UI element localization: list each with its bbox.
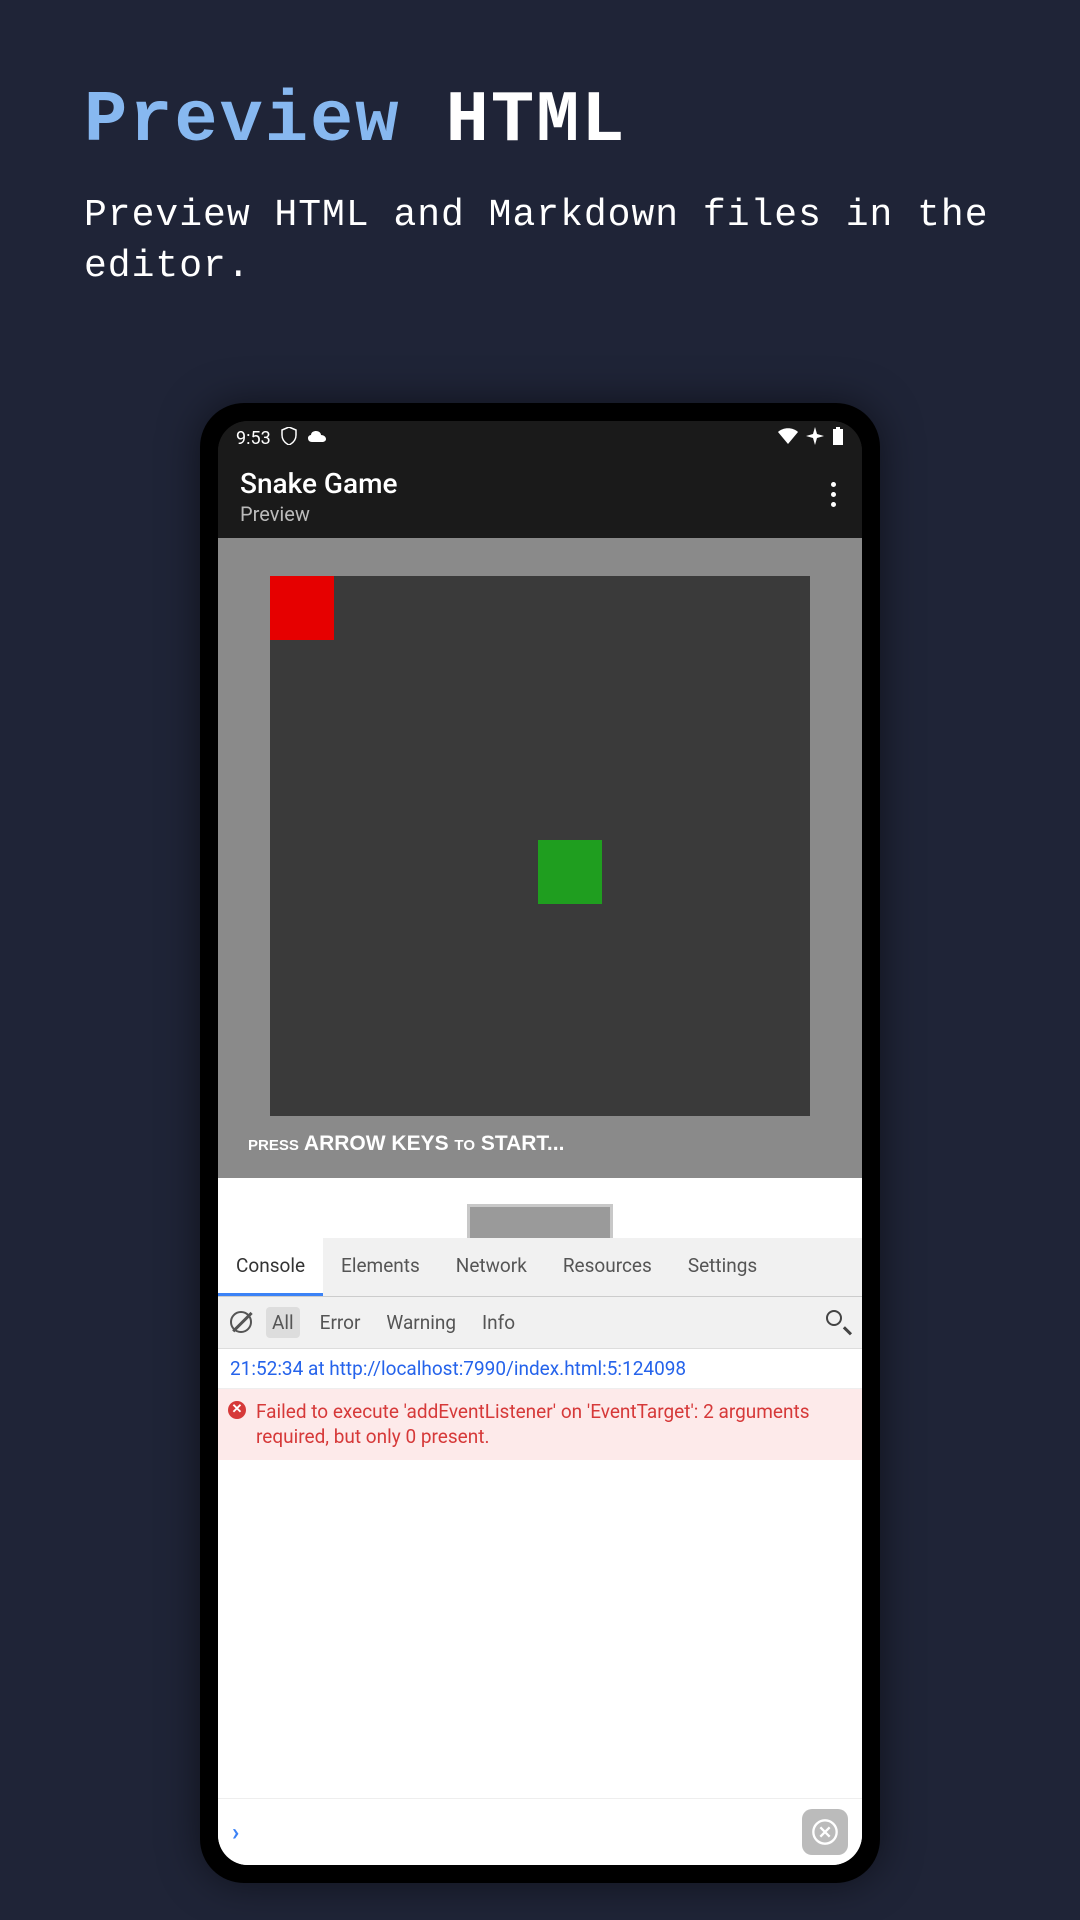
page-subtitle: Preview HTML and Markdown files in the e… xyxy=(84,190,996,293)
error-icon: ✕ xyxy=(228,1401,246,1419)
filter-error[interactable]: Error xyxy=(314,1307,367,1338)
status-right xyxy=(778,427,844,450)
search-icon[interactable] xyxy=(826,1310,850,1334)
status-bar: 9:53 xyxy=(218,421,862,457)
battery-icon xyxy=(832,427,844,450)
phone-frame: 9:53 Sna xyxy=(200,403,880,1883)
drag-handle-strip xyxy=(218,1178,862,1238)
console-filter-bar: All Error Warning Info xyxy=(218,1297,862,1349)
overflow-menu-button[interactable] xyxy=(827,467,840,522)
cloud-icon xyxy=(307,428,327,449)
filter-info[interactable]: Info xyxy=(476,1307,521,1338)
console-output: 21:52:34 at http://localhost:7990/index.… xyxy=(218,1349,862,1798)
filter-warning[interactable]: Warning xyxy=(380,1307,462,1338)
title-rest: HTML xyxy=(400,80,626,162)
app-title: Snake Game xyxy=(240,467,397,500)
app-header: Snake Game Preview xyxy=(218,457,862,538)
tab-console[interactable]: Console xyxy=(218,1238,323,1296)
devtools-settings-button[interactable] xyxy=(802,1809,848,1855)
tab-elements[interactable]: Elements xyxy=(323,1238,438,1296)
console-log-entry[interactable]: 21:52:34 at http://localhost:7990/index.… xyxy=(218,1349,862,1389)
instr-arrow: ARROW KEYS xyxy=(299,1132,455,1155)
tab-settings[interactable]: Settings xyxy=(670,1238,775,1296)
status-time: 9:53 xyxy=(236,428,271,449)
game-instruction: PRESS ARROW KEYS TO START... xyxy=(248,1132,564,1156)
tab-resources[interactable]: Resources xyxy=(545,1238,670,1296)
console-error-entry[interactable]: ✕ Failed to execute 'addEventListener' o… xyxy=(218,1389,862,1460)
gear-icon xyxy=(811,1818,839,1846)
filter-all[interactable]: All xyxy=(266,1307,300,1338)
page-title: Preview HTML xyxy=(84,80,996,162)
instr-start: START... xyxy=(475,1132,564,1155)
snake-head xyxy=(538,840,602,904)
devtools-tabs: Console Elements Network Resources Setti… xyxy=(218,1238,862,1297)
shield-icon xyxy=(281,427,297,450)
wifi-icon xyxy=(778,428,798,449)
airplane-icon xyxy=(806,427,824,450)
page-heading: Preview HTML Preview HTML and Markdown f… xyxy=(0,0,1080,293)
game-canvas[interactable] xyxy=(270,576,810,1116)
home-indicator[interactable] xyxy=(450,1854,630,1859)
phone-screen: 9:53 Sna xyxy=(218,421,862,1865)
console-prompt[interactable]: › xyxy=(232,1818,239,1846)
instr-to: TO xyxy=(454,1137,475,1154)
game-preview: POINTS: 0 TOP: 0 PRESS ARROW KEYS TO STA… xyxy=(218,538,862,1178)
snake-food xyxy=(270,576,334,640)
header-titles: Snake Game Preview xyxy=(240,467,397,526)
devtools-panel: Console Elements Network Resources Setti… xyxy=(218,1238,862,1865)
instr-press: PRESS xyxy=(248,1137,299,1154)
tab-network[interactable]: Network xyxy=(438,1238,545,1296)
clear-console-icon[interactable] xyxy=(230,1311,252,1333)
drag-handle[interactable] xyxy=(467,1204,613,1238)
app-subtitle: Preview xyxy=(240,502,397,526)
status-left: 9:53 xyxy=(236,427,327,450)
title-highlight: Preview xyxy=(84,80,400,162)
error-message: Failed to execute 'addEventListener' on … xyxy=(256,1400,810,1449)
